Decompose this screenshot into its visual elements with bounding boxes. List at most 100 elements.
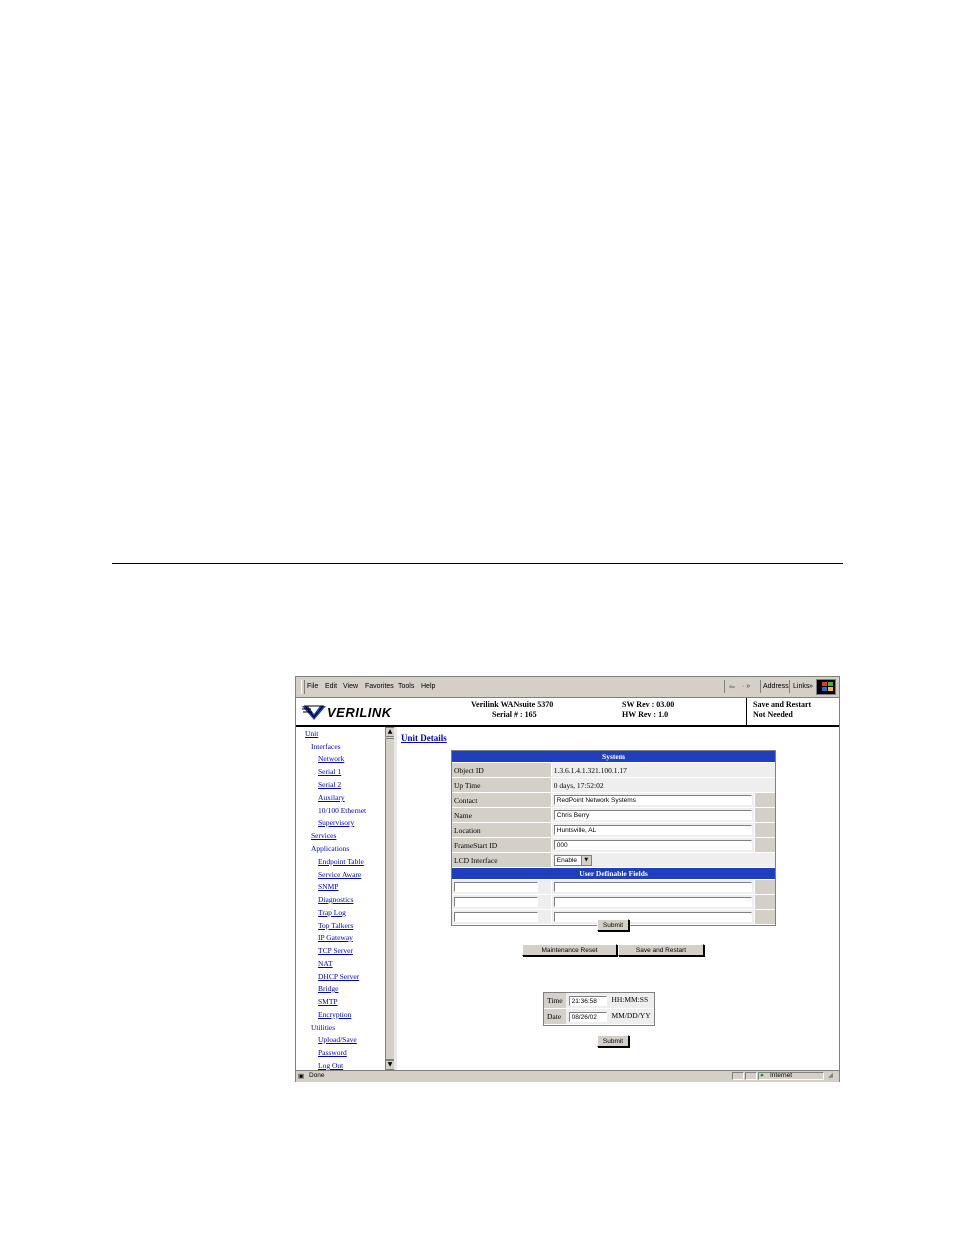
sidebar-item-smtp[interactable]: SMTP: [318, 997, 338, 1006]
udf-value-field-2[interactable]: [553, 897, 752, 907]
sidebar-item-password[interactable]: Password: [318, 1048, 347, 1057]
sidebar-item-service-aware[interactable]: Service Aware: [318, 870, 361, 879]
links-chevron-icon[interactable]: »: [809, 683, 813, 690]
name-field[interactable]: Chris Berry: [553, 810, 752, 820]
sidebar-item-endpoint-table[interactable]: Endpoint Table: [318, 857, 364, 866]
sidebar-item-upload-save[interactable]: Upload/Save: [318, 1035, 357, 1044]
sidebar-item-encryption[interactable]: Encryption: [318, 1010, 351, 1019]
verilink-logo: VERILINK: [302, 704, 406, 722]
toolbar-separator: [760, 680, 761, 693]
contact-label: Contact: [452, 793, 552, 808]
submit-button[interactable]: Submit: [597, 919, 629, 931]
device-header: VERILINK Verilink WANsuite 5370 Serial #…: [296, 698, 839, 727]
main-content: Unit Details System Object ID 1.3.6.1.4.…: [397, 727, 839, 1070]
toolbar-separator: [789, 680, 790, 693]
framestart-field[interactable]: 000: [553, 840, 752, 850]
lcd-interface-label: LCD Interface: [452, 853, 552, 868]
udf-label-field-1[interactable]: [454, 882, 538, 892]
uptime-label: Up Time: [452, 778, 552, 793]
hw-revision: HW Rev : 1.0: [622, 710, 669, 719]
address-label[interactable]: Address: [763, 683, 789, 690]
sidebar-item-tcp-server[interactable]: TCP Server: [318, 946, 353, 955]
object-id-value: 1.3.6.1.4.1.321.100.1.17: [551, 763, 775, 778]
menu-tools[interactable]: Tools: [398, 683, 414, 690]
sidebar-item-services[interactable]: Services: [311, 831, 336, 840]
menu-favorites[interactable]: Favorites: [365, 683, 394, 690]
sidebar-item-network[interactable]: Network: [318, 754, 344, 763]
uptime-value: 0 days, 17:52:02: [551, 778, 775, 793]
time-format-hint: HH:MM:SS: [611, 995, 649, 1005]
sidebar-nav: Unit Interfaces Network Serial 1 Serial …: [296, 727, 385, 1070]
date-field[interactable]: 08/26/02: [568, 1011, 607, 1022]
object-id-label: Object ID: [452, 763, 552, 778]
menu-view[interactable]: View: [343, 683, 358, 690]
resize-grip-icon[interactable]: ◢: [828, 1071, 833, 1079]
sidebar-heading-applications[interactable]: Applications: [311, 844, 349, 853]
sidebar-item-serial-2[interactable]: Serial 2: [318, 780, 341, 789]
windows-logo-icon: [816, 679, 836, 695]
framestart-label: FrameStart ID: [452, 838, 552, 853]
lcd-interface-select[interactable]: Enable ▼: [553, 854, 592, 866]
product-name: Verilink WANsuite 5370: [471, 700, 554, 709]
sidebar-heading-utilities[interactable]: Utilities: [311, 1023, 335, 1032]
sidebar-heading-interfaces[interactable]: Interfaces: [311, 742, 341, 751]
page-title[interactable]: Unit Details: [401, 733, 447, 743]
maintenance-reset-button[interactable]: Maintenance Reset: [522, 944, 617, 956]
save-restart-button[interactable]: Save and Restart: [618, 944, 704, 956]
zone-text: Internet: [770, 1072, 793, 1079]
links-label[interactable]: Links: [793, 683, 809, 690]
sidebar-item-bridge[interactable]: Bridge: [318, 984, 338, 993]
status-text: Done: [309, 1072, 325, 1079]
udf-label-field-2[interactable]: [454, 897, 538, 907]
udf-label-field-3[interactable]: [454, 912, 538, 922]
back-arrow-icon[interactable]: ⇦: [729, 683, 735, 691]
udf-value-field-3[interactable]: [553, 912, 752, 922]
system-header: System: [452, 751, 775, 763]
contact-field[interactable]: RedPoint Network Systems: [553, 795, 752, 805]
date-format-hint: MM/DD/YY: [611, 1011, 651, 1021]
sidebar-item-log-out[interactable]: Log Out: [318, 1061, 343, 1070]
document-divider-line: [112, 563, 843, 564]
save-status-line2: Not Needed: [753, 710, 793, 719]
lcd-interface-value: Enable: [556, 856, 578, 864]
sidebar-item-unit[interactable]: Unit: [305, 729, 318, 738]
sidebar-item-top-talkers[interactable]: Top Talkers: [318, 921, 353, 930]
time-label: Time: [544, 993, 566, 1009]
browser-window: File Edit View Favorites Tools Help ⇦ · …: [295, 676, 840, 1082]
page-status-icon: ▣: [298, 1073, 305, 1080]
system-table: System Object ID 1.3.6.1.4.1.321.100.1.1…: [451, 750, 776, 926]
status-bar: ▣ Done ● Internet ◢: [296, 1070, 839, 1082]
toolbar-separator: [724, 680, 725, 693]
menu-bar: File Edit View Favorites Tools Help ⇦ · …: [296, 677, 839, 698]
udf-value-field-1[interactable]: [553, 882, 752, 892]
toolbar-grip[interactable]: [301, 680, 305, 694]
sidebar-item-diagnostics[interactable]: Diagnostics: [318, 895, 353, 904]
sidebar-item-ip-gateway[interactable]: IP Gateway: [318, 933, 353, 942]
security-zone: ● Internet: [758, 1072, 824, 1080]
sidebar-item-dhcp-server[interactable]: DHCP Server: [318, 972, 359, 981]
nav-chevron-icon[interactable]: · »: [742, 683, 750, 690]
sidebar-item-trap-log[interactable]: Trap Log: [318, 908, 346, 917]
globe-icon: ●: [760, 1072, 764, 1079]
time-field[interactable]: 21:36:58: [568, 995, 607, 1006]
sidebar-item-serial-1[interactable]: Serial 1: [318, 767, 341, 776]
serial-number: Serial # : 165: [492, 710, 537, 719]
name-label: Name: [452, 808, 552, 823]
menu-file[interactable]: File: [307, 683, 318, 690]
location-label: Location: [452, 823, 552, 838]
dropdown-arrow-icon[interactable]: ▼: [580, 855, 591, 865]
submit-time-button[interactable]: Submit: [597, 1035, 629, 1047]
sidebar-item-auxilary[interactable]: Auxilary: [318, 793, 345, 802]
location-field[interactable]: Huntsville, AL: [553, 825, 752, 835]
menu-help[interactable]: Help: [421, 683, 435, 690]
verilink-v-icon: [302, 705, 326, 720]
sidebar-item-nat[interactable]: NAT: [318, 959, 333, 968]
header-divider: [746, 698, 747, 725]
save-status-line1: Save and Restart: [753, 700, 812, 709]
date-label: Date: [544, 1009, 566, 1025]
sidebar-item-snmp[interactable]: SNMP: [318, 882, 338, 891]
sidebar-item-ethernet[interactable]: 10/100 Ethernet: [318, 806, 366, 815]
menu-edit[interactable]: Edit: [325, 683, 337, 690]
udf-header: User Definable Fields: [452, 868, 775, 880]
sidebar-item-supervisory[interactable]: Supervisory: [318, 818, 354, 827]
